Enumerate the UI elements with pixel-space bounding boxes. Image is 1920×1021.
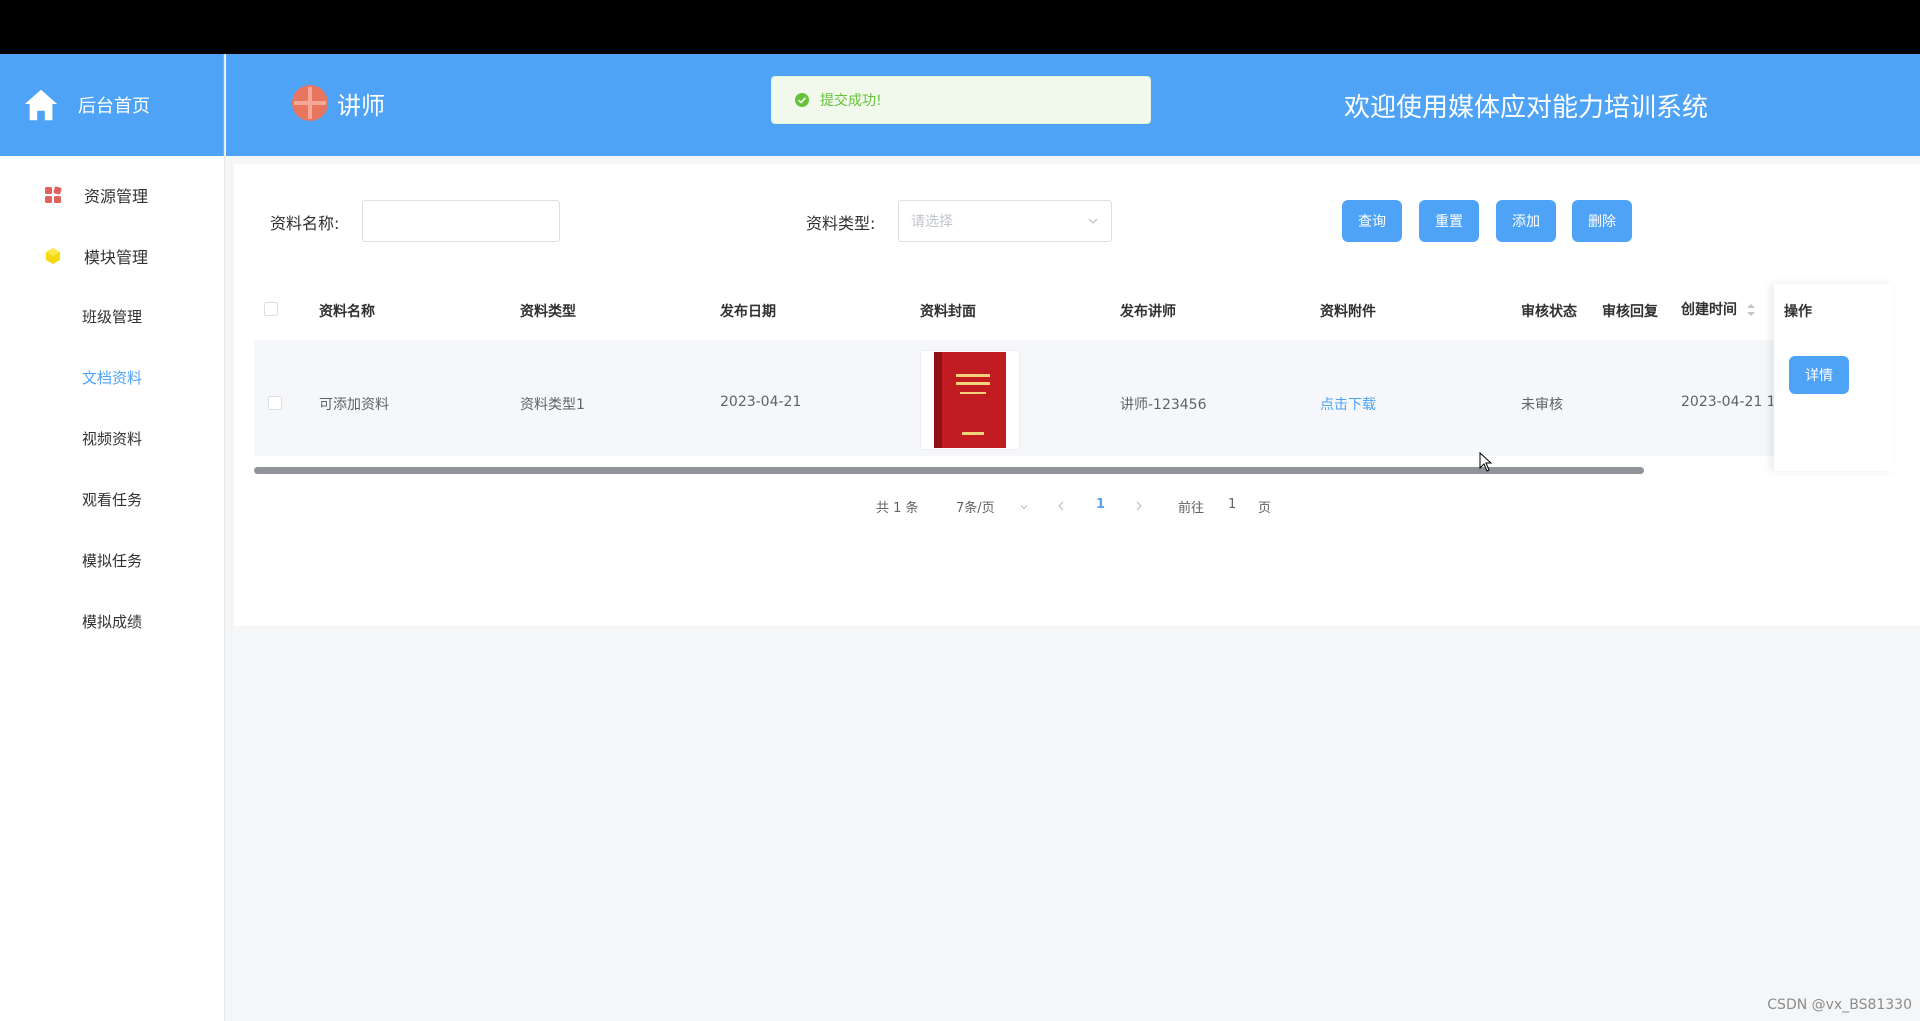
column-header: 资料类型 [520, 304, 576, 320]
cell-date: 2023-04-21 [720, 394, 802, 410]
home-icon [24, 89, 58, 121]
cell-status: 未审核 [1521, 397, 1563, 413]
page-size-select[interactable]: 7条/页 [956, 497, 1029, 516]
toast-message: 提交成功! [820, 93, 882, 109]
sidebar-home-label: 后台首页 [78, 96, 150, 117]
chevron-down-icon [1020, 505, 1028, 510]
welcome-title: 欢迎使用媒体应对能力培训系统 [1343, 93, 1708, 123]
cell-created: 2023-04-21 17 [1681, 394, 1773, 410]
detail-button[interactable]: 详情 [1789, 356, 1849, 394]
sidebar-item-label: 文档资料 [81, 369, 142, 387]
pagination-total: 共 1 条 [876, 501, 919, 516]
column-header: 发布日期 [720, 304, 776, 320]
column-header-label: 创建时间 [1681, 302, 1737, 318]
goto-input[interactable]: 1 [1228, 497, 1236, 512]
sidebar-item-documents[interactable]: 文档资料 [0, 347, 224, 408]
mouse-cursor-icon [1479, 452, 1493, 472]
sidebar-item-label: 班级管理 [81, 308, 142, 326]
download-link[interactable]: 点击下载 [1320, 394, 1376, 414]
book-cover-icon [934, 352, 1006, 448]
page-size-label: 7条/页 [956, 501, 995, 516]
cover-image[interactable] [920, 350, 1020, 450]
column-header: 审核回复 [1602, 304, 1658, 320]
sidebar-home[interactable]: 后台首页 [0, 54, 224, 156]
sidebar-item-videos[interactable]: 视频资料 [0, 408, 224, 469]
reset-button[interactable]: 重置 [1419, 200, 1479, 242]
name-filter-label: 资料名称: [270, 214, 340, 233]
goto-suffix: 页 [1258, 501, 1272, 516]
column-header: 资料名称 [319, 304, 375, 320]
sidebar-item-label: 模拟成绩 [81, 613, 142, 631]
grid-icon [44, 186, 62, 204]
cell-teacher: 讲师-123456 [1120, 397, 1207, 413]
chevron-down-icon [1088, 218, 1098, 224]
sidebar-item-label: 观看任务 [81, 491, 142, 509]
sidebar-item-label: 视频资料 [81, 430, 142, 448]
cell-name: 可添加资料 [319, 397, 389, 413]
watermark: CSDN @vx_BS81330 [1767, 997, 1912, 1013]
type-filter-select[interactable]: 请选择 [898, 200, 1112, 242]
goto-prefix: 前往 [1178, 501, 1205, 516]
main-panel: 资料名称: 资料类型: 请选择 查询 重置 添加 删除 资料名称 资料类型 发布… [234, 164, 1920, 626]
name-filter-input[interactable] [362, 200, 560, 242]
sidebar-item-class-management[interactable]: 班级管理 [0, 286, 224, 347]
user-avatar-icon [292, 85, 328, 121]
sidebar-item-mock-tasks[interactable]: 模拟任务 [0, 530, 224, 591]
column-header: 资料封面 [920, 304, 976, 320]
prev-page-icon[interactable] [1056, 500, 1066, 512]
column-header: 发布讲师 [1120, 304, 1176, 320]
role-label: 讲师 [337, 91, 385, 120]
sidebar-item-module-management[interactable]: 模块管理 [0, 225, 224, 286]
role-indicator: 讲师 [291, 84, 385, 122]
row-checkbox[interactable] [268, 396, 282, 410]
delete-button[interactable]: 删除 [1572, 200, 1632, 242]
column-header: 操作 [1784, 304, 1812, 320]
add-button[interactable]: 添加 [1496, 200, 1556, 242]
column-header: 审核状态 [1521, 304, 1577, 320]
column-header: 资料附件 [1320, 304, 1376, 320]
sidebar-item-resource-management[interactable]: 资源管理 [0, 164, 224, 225]
table-row [254, 340, 1894, 456]
query-button[interactable]: 查询 [1342, 200, 1402, 242]
select-all-checkbox[interactable] [264, 302, 278, 316]
sidebar-menu: 资源管理 模块管理 班级管理 文档资料 视频资料 观看任务 模拟任务 模拟成绩 [0, 156, 224, 652]
column-header-sortable[interactable]: 创建时间 [1681, 299, 1756, 319]
type-filter-label: 资料类型: [806, 214, 876, 233]
window-top-bar [0, 0, 1920, 54]
sidebar-item-label: 模块管理 [84, 247, 149, 267]
cube-icon [44, 247, 62, 265]
horizontal-scrollbar[interactable] [254, 467, 1644, 474]
sidebar-item-mock-scores[interactable]: 模拟成绩 [0, 591, 224, 652]
next-page-icon[interactable] [1134, 500, 1144, 512]
sort-icon[interactable] [1746, 303, 1756, 317]
success-toast: 提交成功! [771, 76, 1151, 124]
sidebar-item-label: 资源管理 [84, 186, 149, 206]
sidebar-item-watch-tasks[interactable]: 观看任务 [0, 469, 224, 530]
type-filter-placeholder: 请选择 [911, 214, 953, 230]
sidebar: 后台首页 资源管理 模块管理 班级管理 文档资料 视频资料 观看任务 模拟任务 … [0, 54, 225, 1021]
check-circle-icon [795, 93, 809, 107]
action-column: 操作 详情 [1774, 284, 1894, 471]
cell-type: 资料类型1 [520, 397, 585, 413]
page-number-current[interactable]: 1 [1096, 497, 1105, 512]
sidebar-item-label: 模拟任务 [81, 552, 142, 570]
